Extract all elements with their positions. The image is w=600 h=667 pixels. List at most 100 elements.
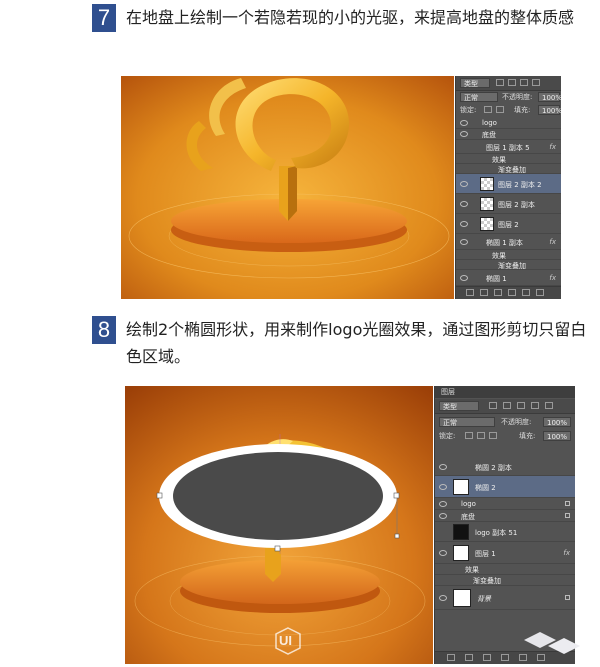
- layer-row-group[interactable]: logo: [435, 498, 575, 510]
- corner-decoration: [524, 632, 580, 654]
- visibility-eye-icon[interactable]: [460, 131, 468, 137]
- layer-effects-icon[interactable]: fx: [549, 238, 556, 246]
- blend-mode-select[interactable]: 正常: [460, 92, 498, 102]
- layer-effect-row[interactable]: 效果: [435, 564, 575, 575]
- fill-label: 填充:: [519, 432, 536, 440]
- lock-icon: [565, 595, 570, 600]
- visibility-eye-icon[interactable]: [460, 201, 468, 207]
- layer-effects-icon[interactable]: fx: [549, 274, 556, 282]
- layer-name: 图层 1 副本 5: [486, 144, 530, 152]
- filter-pixel-icon[interactable]: [496, 79, 504, 86]
- visibility-eye-icon[interactable]: [460, 221, 468, 227]
- lock-image-icon[interactable]: [477, 432, 485, 439]
- layer-row-group[interactable]: 底盘: [435, 510, 575, 522]
- visibility-eye-icon[interactable]: [439, 513, 447, 519]
- layer-name: logo 副本 51: [475, 529, 518, 537]
- anchor-handle[interactable]: [156, 492, 163, 499]
- layer-row-background[interactable]: 背景: [435, 586, 575, 610]
- opacity-input[interactable]: 100%: [538, 92, 561, 102]
- layer-row-group[interactable]: logo: [456, 118, 561, 129]
- layer-row[interactable]: 图层 2 副本: [456, 194, 561, 214]
- layer-name: 图层 2: [498, 221, 519, 229]
- layer-effect-row[interactable]: 渐变叠加: [456, 164, 561, 174]
- layer-row[interactable]: 椭圆 1 fx: [456, 270, 561, 286]
- visibility-eye-icon[interactable]: [460, 239, 468, 245]
- filter-type-icon[interactable]: [517, 402, 525, 409]
- filter-shape-icon[interactable]: [531, 402, 539, 409]
- layer-thumbnail: [453, 545, 469, 561]
- fill-input[interactable]: 100%: [543, 431, 571, 441]
- visibility-eye-icon[interactable]: [460, 120, 468, 126]
- filter-type-icon[interactable]: [520, 79, 528, 86]
- layers-panel: 类型 正常 不透明度: 100% 锁定: 填充: 100% logo 底盘 图层…: [455, 76, 561, 299]
- visibility-eye-icon[interactable]: [460, 181, 468, 187]
- layer-effect-row[interactable]: 渐变叠加: [435, 575, 575, 586]
- add-mask-icon[interactable]: [483, 654, 491, 661]
- layer-thumbnail: [453, 479, 469, 495]
- layer-row[interactable]: 图层 1 fx: [435, 542, 575, 564]
- add-style-icon[interactable]: [465, 654, 473, 661]
- layer-row[interactable]: 图层 1 副本 5 fx: [456, 140, 561, 154]
- filter-shape-icon[interactable]: [532, 79, 540, 86]
- anchor-handle[interactable]: [274, 545, 281, 552]
- layer-filter-select[interactable]: 类型: [439, 401, 479, 411]
- lock-position-icon[interactable]: [489, 432, 497, 439]
- lock-position-icon[interactable]: [496, 106, 504, 113]
- effect-name: 效果: [465, 566, 479, 574]
- anchor-handle[interactable]: [393, 492, 400, 499]
- layer-row-group[interactable]: 底盘: [456, 129, 561, 140]
- visibility-eye-icon[interactable]: [439, 501, 447, 507]
- step-number-badge: 7: [92, 4, 116, 32]
- layer-effect-row[interactable]: 渐变叠加: [456, 260, 561, 270]
- layer-filter-select[interactable]: 类型: [460, 78, 490, 88]
- link-layers-icon[interactable]: [466, 289, 474, 296]
- layers-tab[interactable]: 图层: [441, 387, 455, 397]
- visibility-eye-icon[interactable]: [439, 464, 447, 470]
- visibility-eye-icon[interactable]: [439, 550, 447, 556]
- layer-effect-row[interactable]: 效果: [456, 154, 561, 164]
- link-layers-icon[interactable]: [447, 654, 455, 661]
- opacity-input[interactable]: 100%: [543, 417, 571, 427]
- layer-thumbnail: [480, 217, 494, 231]
- visibility-eye-icon[interactable]: [460, 275, 468, 281]
- layer-row-selected[interactable]: 图层 2 副本 2: [456, 174, 561, 194]
- effect-name: 渐变叠加: [473, 577, 501, 585]
- ellipse-inner-shape[interactable]: [173, 452, 383, 540]
- lock-label: 锁定:: [439, 432, 456, 440]
- lock-label: 锁定:: [460, 106, 477, 114]
- add-mask-icon[interactable]: [494, 289, 502, 296]
- visibility-eye-icon[interactable]: [439, 484, 447, 490]
- design-canvas[interactable]: [121, 76, 454, 299]
- blend-row: 正常 不透明度: 100%: [456, 91, 561, 104]
- filter-smart-icon[interactable]: [545, 402, 553, 409]
- add-style-icon[interactable]: [480, 289, 488, 296]
- layer-name: 底盘: [461, 513, 475, 521]
- layer-row[interactable]: 椭圆 2 副本: [435, 458, 575, 476]
- layer-effect-row[interactable]: 效果: [456, 250, 561, 260]
- layer-row[interactable]: 椭圆 1 副本 fx: [456, 234, 561, 250]
- filter-adjust-icon[interactable]: [508, 79, 516, 86]
- design-canvas[interactable]: [125, 386, 433, 664]
- fill-input[interactable]: 100%: [538, 105, 561, 115]
- step-7-header: 7 在地盘上绘制一个若隐若现的小的光驱，来提高地盘的整体质感: [0, 0, 600, 70]
- new-group-icon[interactable]: [501, 654, 509, 661]
- lock-pixels-icon[interactable]: [484, 106, 492, 113]
- new-group-icon[interactable]: [508, 289, 516, 296]
- layer-effects-icon[interactable]: fx: [563, 549, 570, 557]
- layer-row-selected[interactable]: 椭圆 2: [435, 476, 575, 498]
- layer-row[interactable]: 图层 2: [456, 214, 561, 234]
- layer-effects-icon[interactable]: fx: [549, 143, 556, 151]
- delete-layer-icon[interactable]: [536, 289, 544, 296]
- opacity-label: 不透明度:: [502, 93, 533, 101]
- filter-adjust-icon[interactable]: [503, 402, 511, 409]
- opacity-label: 不透明度:: [501, 418, 532, 426]
- layer-name: logo: [461, 500, 476, 508]
- layer-row[interactable]: logo 副本 51: [435, 522, 575, 542]
- visibility-eye-icon[interactable]: [439, 595, 447, 601]
- filter-pixel-icon[interactable]: [489, 402, 497, 409]
- anchor-handle[interactable]: [394, 533, 400, 539]
- lock-pixels-icon[interactable]: [465, 432, 473, 439]
- layer-name: 椭圆 2: [475, 484, 496, 492]
- blend-mode-select[interactable]: 正常: [439, 417, 495, 427]
- new-layer-icon[interactable]: [522, 289, 530, 296]
